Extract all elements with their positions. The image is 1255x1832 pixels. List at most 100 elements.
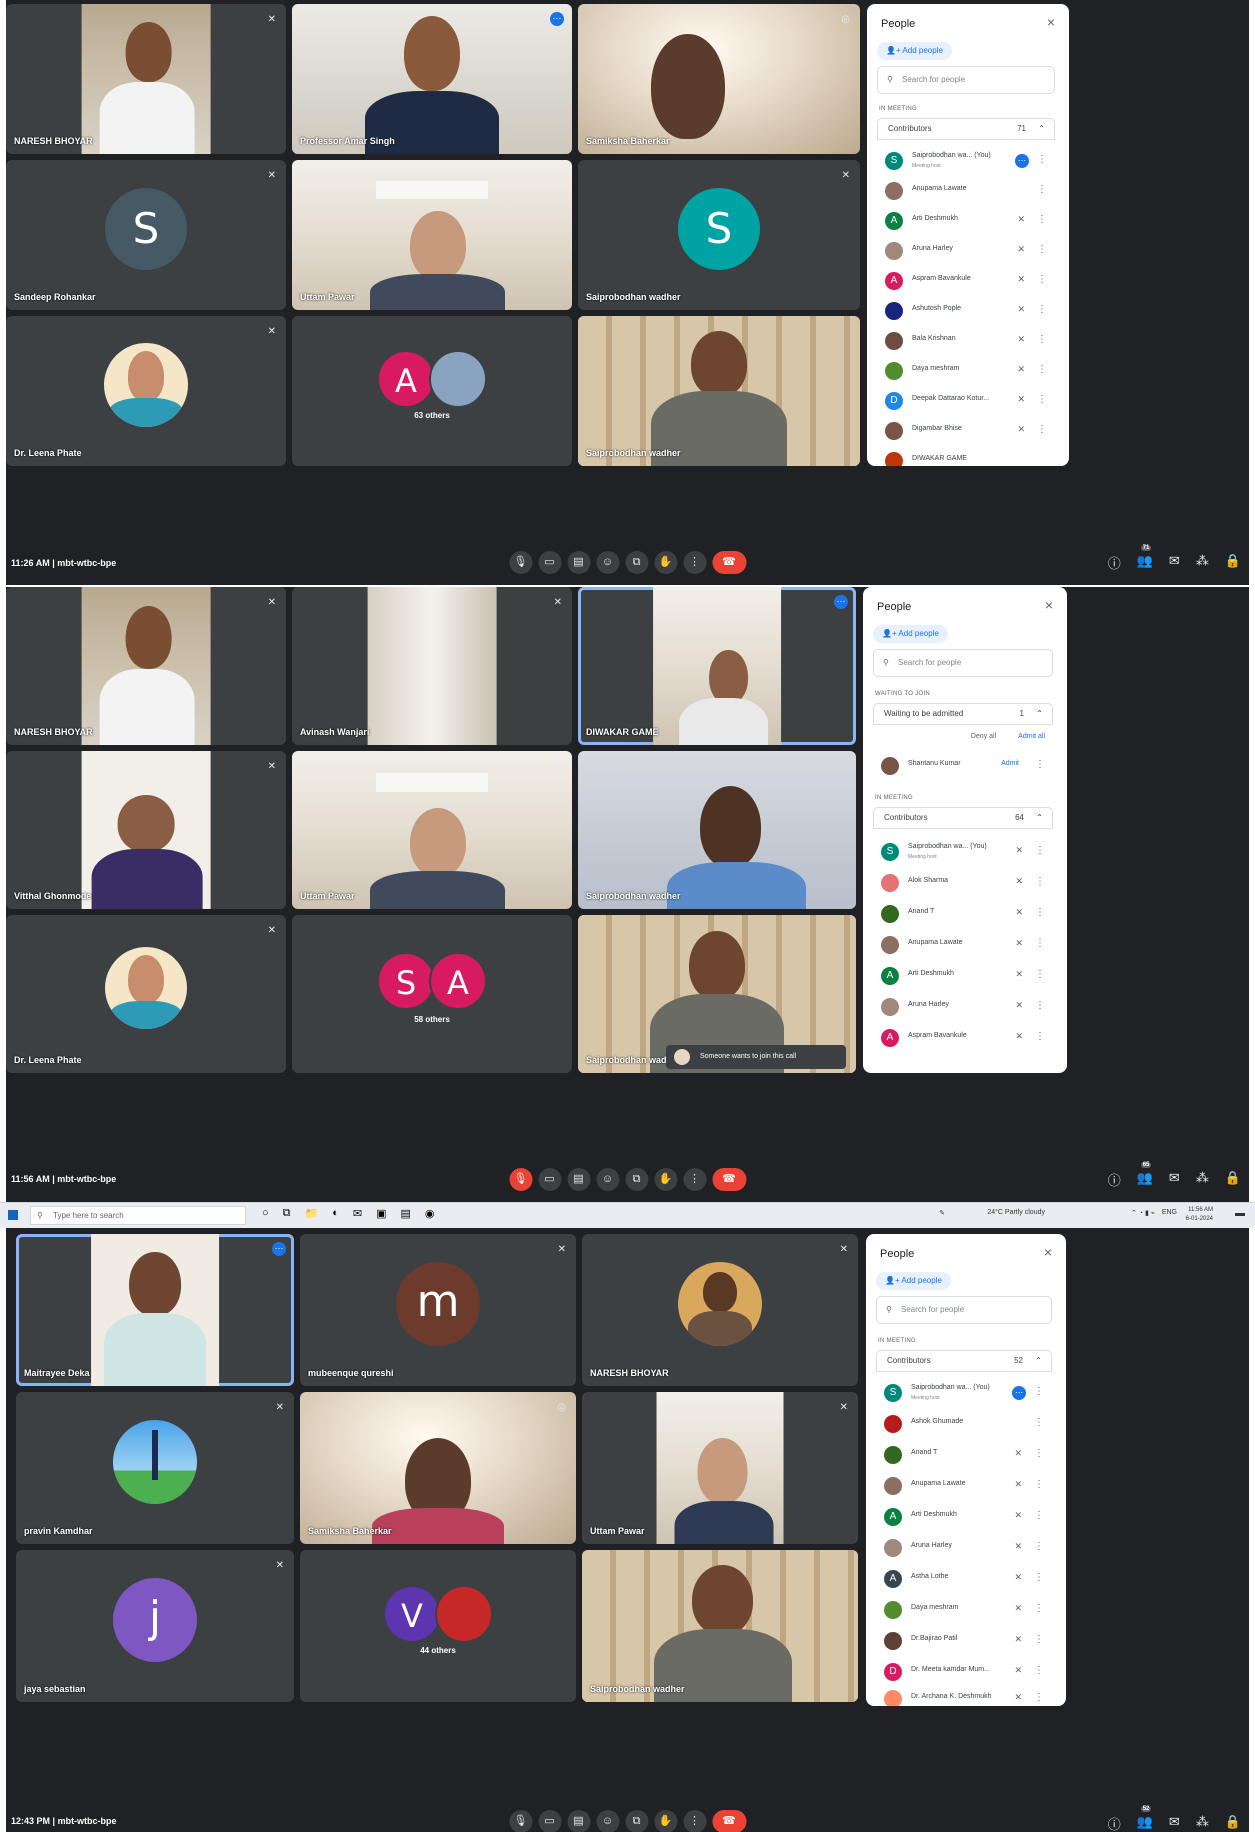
chat-icon[interactable]: ✉ [1169,553,1180,572]
more-options-icon[interactable]: ⋯ [272,1242,286,1256]
end-call-button[interactable]: ☎ [712,551,746,574]
present-icon[interactable]: ⧉ [625,551,648,574]
kebab-icon[interactable]: ⋮ [1034,1510,1044,1521]
activities-icon[interactable]: ⁂ [1196,1814,1209,1832]
kebab-icon[interactable]: ⋮ [1037,364,1047,375]
video-tile[interactable]: ✕ Avinash Wanjari [292,587,572,745]
video-tile[interactable]: ✕ pravin Kamdhar [16,1392,294,1544]
participant-row[interactable]: A Aspram Bavankule ✕ ⋮ [885,266,1055,296]
participant-row[interactable]: Anupama Lawate ✕ ⋮ [884,1471,1052,1501]
info-icon[interactable]: ⓘ [1108,553,1121,572]
store-icon[interactable]: ▣ [376,1207,386,1220]
emoji-icon[interactable]: ☺ [596,1168,619,1191]
app-icon[interactable]: ▤ [401,1207,411,1220]
video-tile[interactable]: ⋯ DIWAKAR GAME [578,587,856,745]
video-tile[interactable]: ◎ Samiksha Baherkar [578,4,860,154]
kebab-icon[interactable]: ⋮ [1034,1541,1044,1552]
notifications-icon[interactable]: ▬ [1235,1208,1245,1219]
kebab-icon[interactable]: ⋮ [1035,907,1045,918]
kebab-icon[interactable]: ⋮ [1035,1031,1045,1042]
kebab-icon[interactable]: ⋮ [1037,424,1047,435]
raise-hand-icon[interactable]: ✋ [654,551,677,574]
video-tile[interactable]: ✕ Dr. Leena Phate [6,316,286,466]
kebab-icon[interactable]: ⋮ [1034,1603,1044,1614]
kebab-icon[interactable]: ⋮ [1037,214,1047,225]
add-people-button[interactable]: 👤+ Add people [877,42,952,60]
taskbar-clock[interactable]: 11:56 AM 6-01-2024 [1186,1206,1213,1224]
kebab-icon[interactable]: ⋮ [1037,154,1047,165]
video-tile[interactable]: ✕ NARESH BHOYAR [6,587,286,745]
kebab-icon[interactable]: ⋮ [1034,1665,1044,1676]
video-tile[interactable]: Saiprobodhan wadher [578,316,860,466]
mail-icon[interactable]: ✉ [353,1207,362,1220]
kebab-icon[interactable]: ⋮ [1034,1386,1044,1397]
kebab-icon[interactable]: ⋮ [1034,1572,1044,1583]
kebab-icon[interactable]: ⋮ [1037,394,1047,405]
participant-row[interactable]: Ashutosh Pople ✕ ⋮ [885,296,1055,326]
camera-icon[interactable]: ▭ [538,551,561,574]
video-tile[interactable]: ✕ NARESH BHOYAR [6,4,286,154]
kebab-icon[interactable]: ⋮ [1037,244,1047,255]
windows-start-icon[interactable] [8,1210,18,1220]
video-tile[interactable]: ✕ NARESH BHOYAR [582,1234,858,1386]
more-icon[interactable]: ⋯ [1015,154,1029,168]
close-icon[interactable]: × [1045,597,1053,613]
search-input[interactable]: ⚲ Search for people [877,66,1055,94]
kebab-icon[interactable]: ⋮ [1037,184,1047,195]
weather-widget[interactable]: 24°C Partly cloudy [987,1209,1045,1216]
participant-row[interactable]: Aruna Harley ✕ ⋮ [881,992,1053,1022]
activities-icon[interactable]: ⁂ [1196,1170,1209,1189]
video-tile[interactable]: S ✕ Sandeep Rohankar [6,160,286,310]
kebab-icon[interactable]: ⋮ [1034,1479,1044,1490]
search-input[interactable]: ⚲ Search for people [873,649,1053,677]
mic-icon[interactable]: 🎙 [509,1810,532,1832]
kebab-icon[interactable]: ⋮ [1034,1634,1044,1645]
admit-button[interactable]: Admit [1001,760,1019,767]
more-options-icon[interactable]: ⋮ [683,1168,706,1191]
more-options-icon[interactable]: ⋮ [683,1810,706,1832]
participant-row[interactable]: Daya meshram ✕ ⋮ [884,1595,1052,1625]
contributors-group[interactable]: Contributors 52 ⌃ [876,1350,1052,1372]
kebab-icon[interactable]: ⋮ [1037,334,1047,345]
video-tile[interactable]: ⋯ Professor Amar Singh [292,4,572,154]
participant-row[interactable]: A Arti Deshmukh ✕ ⋮ [881,961,1053,991]
deny-all-button[interactable]: Deny all [971,733,996,740]
mic-icon[interactable]: 🎙 [509,551,532,574]
kebab-icon[interactable]: ⋮ [1035,876,1045,887]
chat-icon[interactable]: ✉ [1169,1170,1180,1189]
participant-row[interactable]: Alok Sharma ✕ ⋮ [881,868,1053,898]
language-indicator[interactable]: ENG [1162,1209,1177,1216]
present-icon[interactable]: ⧉ [625,1810,648,1832]
participant-row[interactable]: Aruna Harley ✕ ⋮ [885,236,1055,266]
kebab-icon[interactable]: ⋮ [1035,969,1045,980]
captions-icon[interactable]: ▤ [567,551,590,574]
add-people-button[interactable]: 👤+ Add people [873,625,948,643]
others-tile[interactable]: A 63 others [292,316,572,466]
people-icon[interactable]: 👥 65 [1137,1162,1153,1189]
video-tile[interactable]: ✕ Vitthal Ghonmode [6,751,286,909]
more-options-icon[interactable]: ⋯ [550,12,564,26]
kebab-icon[interactable]: ⋮ [1037,304,1047,315]
contributors-group[interactable]: Contributors 64 ⌃ [873,807,1053,829]
kebab-icon[interactable]: ⋮ [1034,1692,1044,1703]
video-tile[interactable]: ✕ Uttam Pawar [582,1392,858,1544]
participant-row[interactable]: Ashok Ghumade ⋮ [884,1409,1052,1439]
system-tray-icons[interactable]: ⌃ ◔ ▮ ⌁ [1131,1209,1155,1217]
raise-hand-icon[interactable]: ✋ [654,1168,677,1191]
admit-all-button[interactable]: Admit all [1018,733,1045,740]
present-icon[interactable]: ⧉ [625,1168,648,1191]
video-tile[interactable]: ◎ Uttam Pawar [292,751,572,909]
kebab-icon[interactable]: ⋮ [1034,1417,1044,1428]
video-tile[interactable]: m ✕ mubeenque qureshi [300,1234,576,1386]
others-tile[interactable]: V 44 others [300,1550,576,1702]
participant-row[interactable]: Anupama Lawate ⋮ [885,176,1055,206]
participant-row[interactable]: S Saiprobodhan wa... (You) Meeting host ⋯ ⋮ [885,146,1055,176]
kebab-icon[interactable]: ⋮ [1034,1448,1044,1459]
participant-row[interactable]: Dr.Bajirao Patil ✕ ⋮ [884,1626,1052,1656]
participant-row[interactable]: A Aspram Bavankule ✕ ⋮ [881,1023,1053,1053]
mic-off-button[interactable]: 🎙 [509,1168,532,1191]
video-tile[interactable]: ◎ Samiksha Baherkar [300,1392,576,1544]
participant-row[interactable]: D Dr. Meeta kamdar Mum... ✕ ⋮ [884,1657,1052,1687]
video-tile[interactable]: Saiprobodhan wadher [582,1550,858,1702]
more-options-icon[interactable]: ⋮ [683,551,706,574]
